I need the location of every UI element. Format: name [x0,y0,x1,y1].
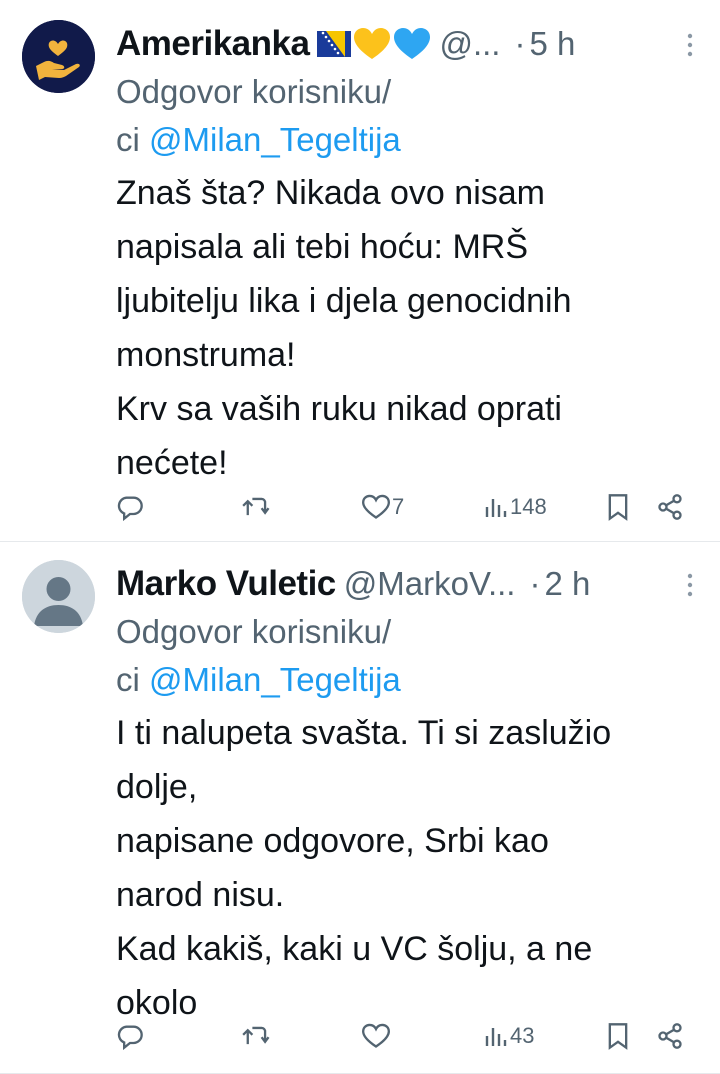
hand-heart-icon [22,20,95,93]
avatar[interactable] [22,560,95,633]
reply-label: Odgovor korisniku/ [116,613,392,650]
reply-button[interactable] [116,1016,144,1056]
display-name[interactable]: Amerikanka [116,24,310,64]
timestamp[interactable]: 2 h [544,565,590,603]
retweet-icon [242,497,270,516]
bosnia-flag-icon [317,31,352,57]
tweet-text: Znaš šta? Nikada ovo nisam napisala ali … [116,174,572,482]
reply-context: Odgovor korisniku/ ci @Milan_Tegeltija [116,68,704,164]
view-count: 43 [510,1023,535,1048]
separator-dot: · [514,25,526,62]
display-name[interactable]: Marko Vuletic [116,564,336,604]
retweet-button[interactable] [242,1016,272,1056]
like-button[interactable]: 7 [362,487,404,527]
share-icon [658,494,682,520]
avatar[interactable] [22,20,95,93]
reply-context: Odgovor korisniku/ ci @Milan_Tegeltija [116,608,704,704]
user-handle[interactable]: @MarkoV... [344,565,516,603]
like-count: 7 [392,494,405,519]
tweet-header: Marko Vuletic @MarkoV... · 2 h [116,562,704,606]
views-button[interactable]: 148 [484,487,547,527]
tweet[interactable]: Amerikanka @... · 5 h Odgovor korisniku/ [0,0,720,542]
tweet-content: Marko Vuletic @MarkoV... · 2 h Odgovor k… [116,562,704,1030]
more-options-icon[interactable] [686,572,694,598]
share-button[interactable] [656,487,684,527]
bookmark-button[interactable] [606,487,630,527]
share-button[interactable] [656,1016,684,1056]
tweet[interactable]: Marko Vuletic @MarkoV... · 2 h Odgovor k… [0,542,720,1074]
reply-button[interactable] [116,487,144,527]
default-user-icon [22,560,95,633]
retweet-icon [242,1026,270,1045]
share-icon [658,1023,682,1049]
separator-dot: · [529,565,541,602]
tweet-header: Amerikanka @... · 5 h [116,22,704,66]
mention-link[interactable]: @Milan_Tegeltija [149,121,401,158]
retweet-button[interactable] [242,487,272,527]
action-bar: 43 [116,1016,700,1056]
views-button[interactable]: 43 [484,1016,534,1056]
action-bar: 7 148 [116,487,700,527]
bookmark-button[interactable] [606,1016,630,1056]
name-emojis [317,27,431,61]
views-icon [485,499,507,517]
timestamp[interactable]: 5 h [529,25,575,63]
like-button[interactable] [362,1016,392,1056]
tweet-text: I ti nalupeta svašta. Ti si zaslužio dol… [116,714,612,1022]
more-options-icon[interactable] [686,32,694,58]
reply-icon [117,1025,143,1050]
bookmark-icon [608,1023,628,1050]
reply-label-cont: ci [116,121,149,158]
heart-icon [362,1023,390,1048]
bookmark-icon [608,494,628,521]
view-count: 148 [510,494,547,519]
mention-link[interactable]: @Milan_Tegeltija [149,661,401,698]
user-handle[interactable]: @... [439,25,500,63]
blue-heart-icon [394,28,431,59]
reply-label: Odgovor korisniku/ [116,73,392,110]
reply-icon [117,496,143,521]
views-icon [485,1028,507,1046]
yellow-heart-icon [354,28,391,59]
tweet-content: Amerikanka @... · 5 h Odgovor korisniku/ [116,22,704,490]
reply-label-cont: ci [116,661,149,698]
heart-icon [362,494,390,519]
